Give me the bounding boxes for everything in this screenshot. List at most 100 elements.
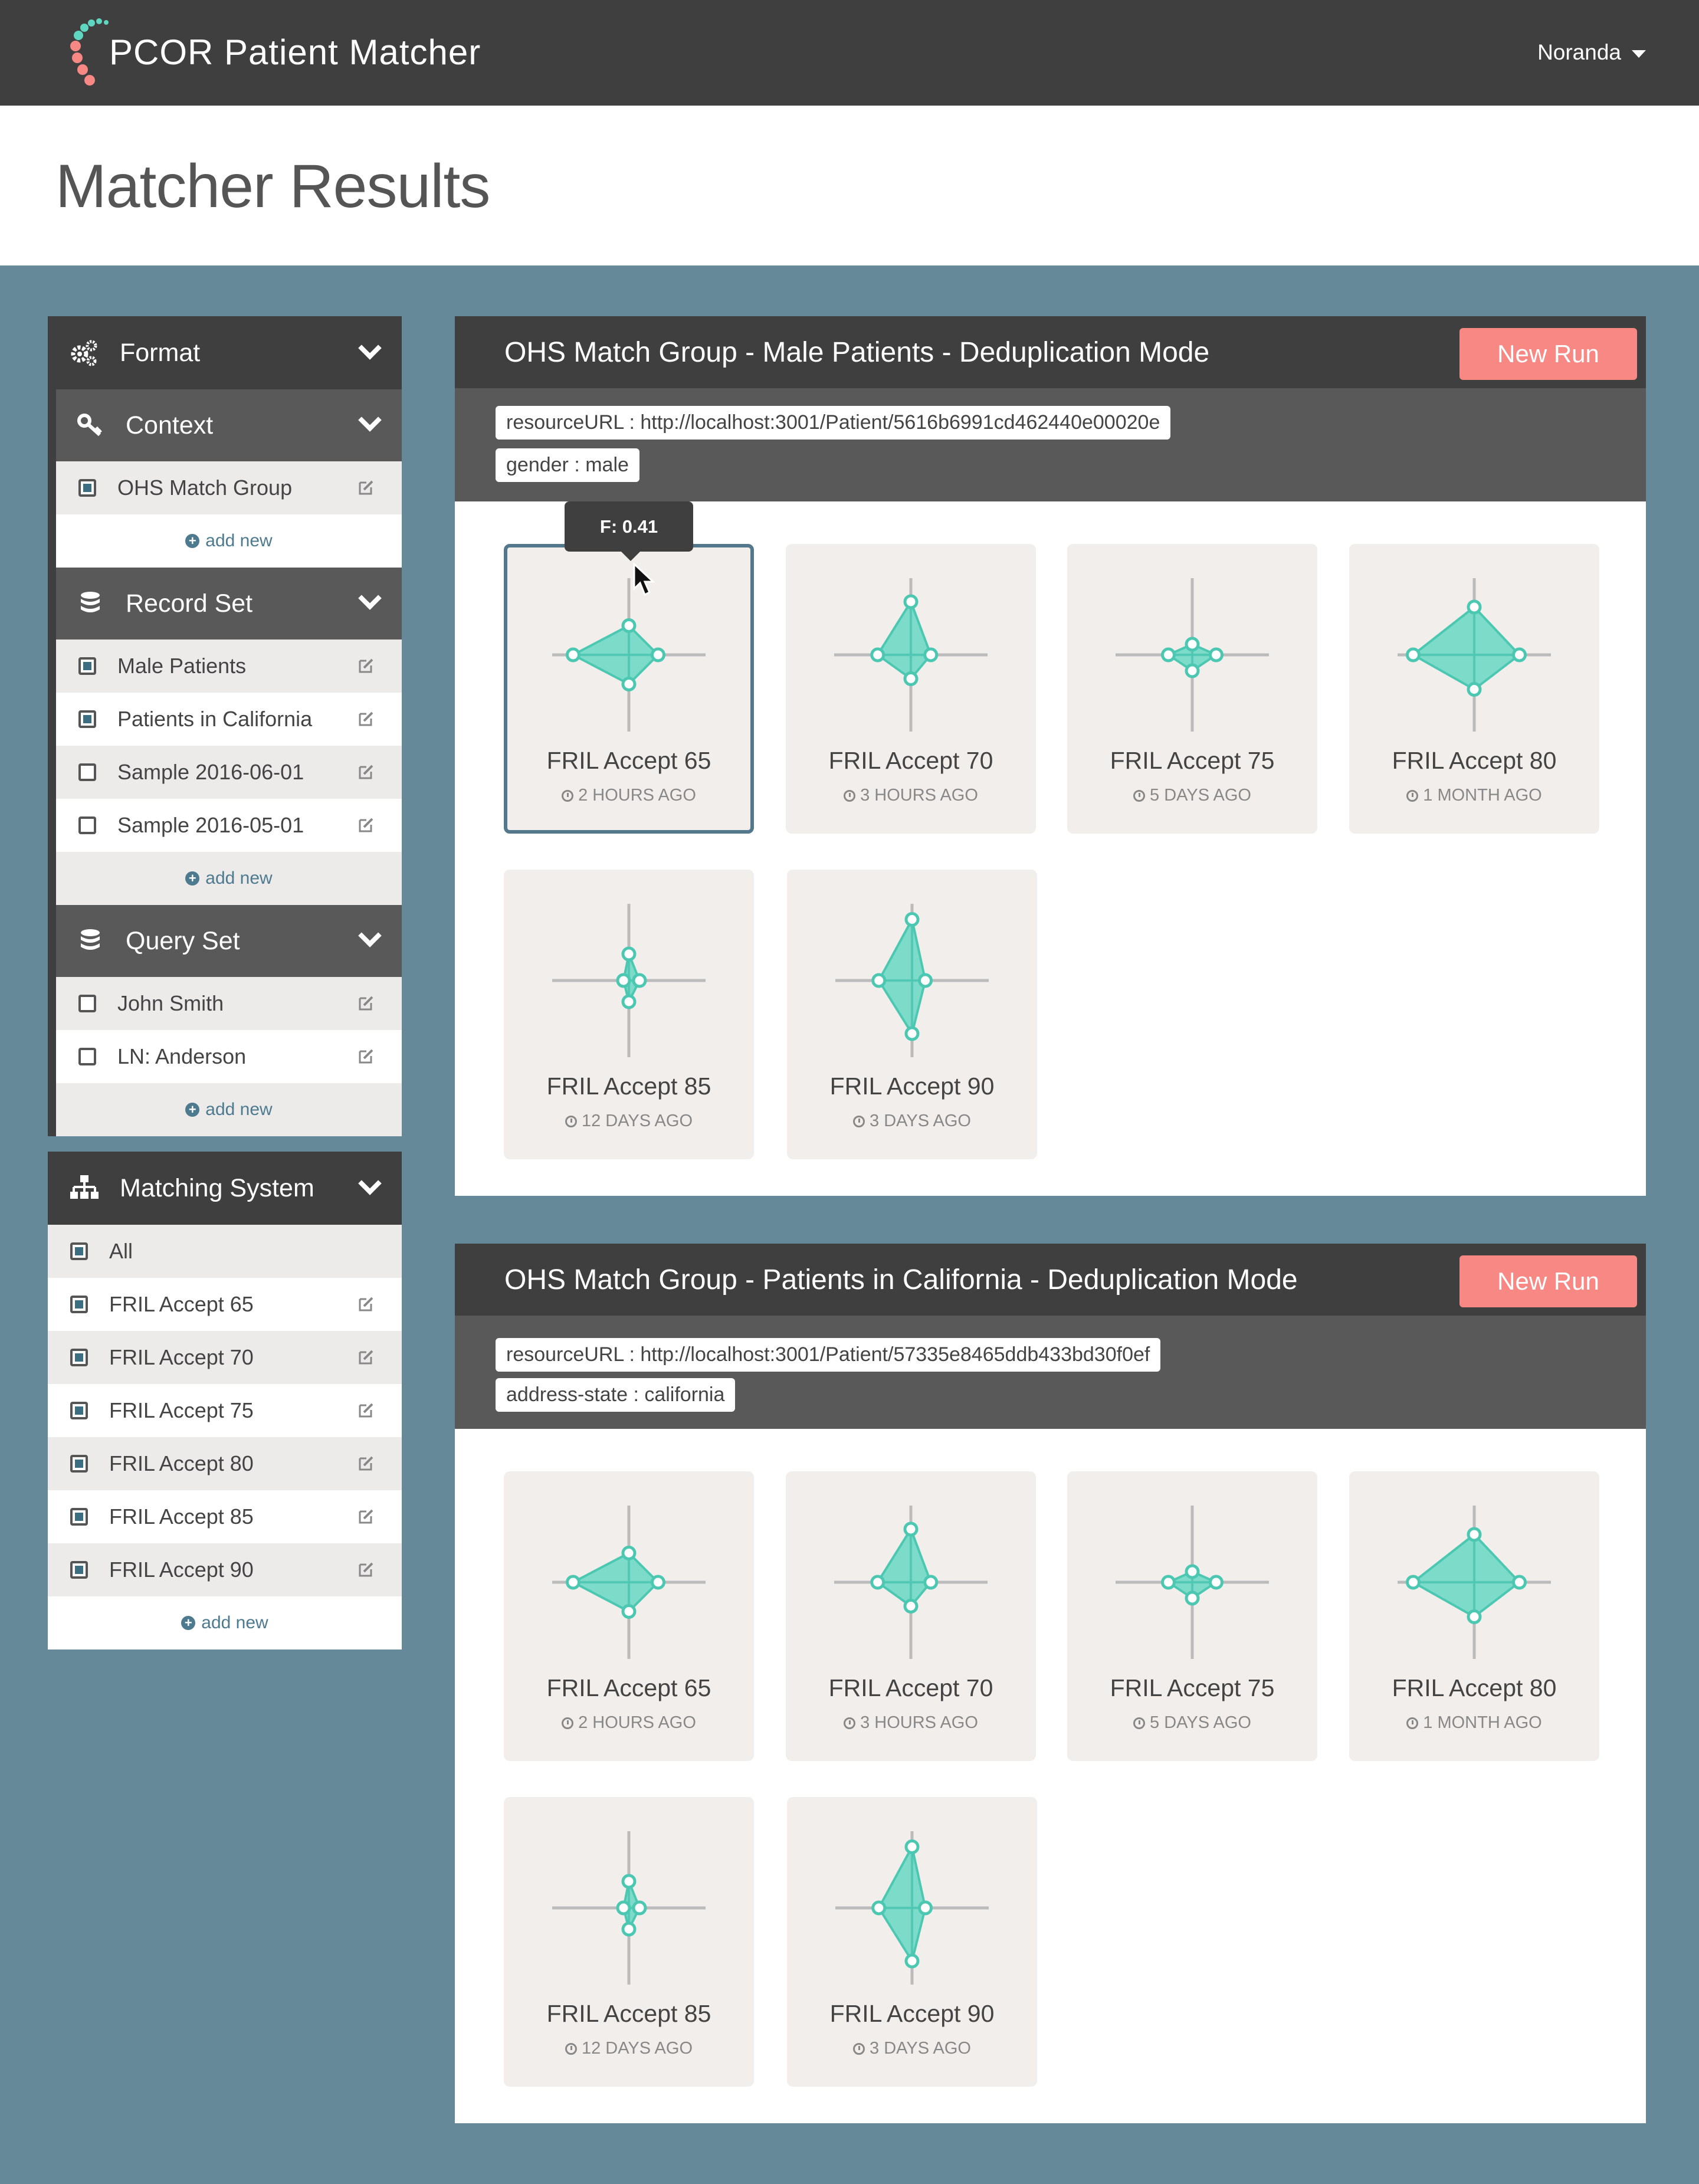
result-card[interactable]: FRIL Accept 85 12 DAYS AGO	[504, 870, 754, 1159]
result-card[interactable]: FRIL Accept 75 5 DAYS AGO	[1067, 1471, 1317, 1761]
list-item[interactable]: Sample 2016-05-01	[56, 799, 402, 852]
checkbox[interactable]	[78, 657, 96, 675]
sitemap-icon	[70, 1175, 99, 1199]
checkbox[interactable]	[70, 1242, 88, 1260]
list-item[interactable]: Male Patients	[56, 640, 402, 693]
edit-icon[interactable]	[358, 1296, 375, 1312]
format-header[interactable]: Format	[48, 316, 402, 389]
clock-icon	[844, 1717, 856, 1729]
result-card[interactable]: FRIL Accept 65 2 HOURS AGO	[504, 544, 754, 834]
matching-system-header[interactable]: Matching System	[48, 1152, 402, 1225]
checkbox[interactable]	[78, 710, 96, 728]
record-set-header[interactable]: Record Set	[56, 568, 402, 640]
query-set-header[interactable]: Query Set	[56, 905, 402, 977]
list-item[interactable]: Patients in California	[56, 693, 402, 746]
time-text: 1 MONTH AGO	[1423, 786, 1542, 805]
clock-icon	[565, 1116, 577, 1127]
edit-icon[interactable]	[358, 1402, 375, 1418]
card-title: FRIL Accept 80	[1392, 747, 1557, 774]
result-card[interactable]: FRIL Accept 90 3 DAYS AGO	[787, 870, 1037, 1159]
edit-icon[interactable]	[358, 479, 375, 496]
list-item[interactable]: LN: Anderson	[56, 1030, 402, 1083]
edit-icon[interactable]	[358, 816, 375, 833]
radar-chart	[552, 1831, 706, 1985]
plus-circle-icon: +	[185, 1103, 200, 1117]
record-set-label: Record Set	[126, 589, 253, 618]
checkbox[interactable]	[70, 1561, 88, 1579]
list-item[interactable]: All	[48, 1225, 402, 1278]
checkbox[interactable]	[70, 1349, 88, 1366]
edit-icon[interactable]	[358, 657, 375, 674]
user-menu[interactable]: Noranda	[1537, 40, 1646, 65]
result-card[interactable]: FRIL Accept 70 3 HOURS AGO	[786, 544, 1036, 834]
checkbox[interactable]	[78, 763, 96, 781]
time-text: 3 HOURS AGO	[860, 1713, 978, 1732]
chevron-down-icon[interactable]	[358, 336, 382, 360]
card-title: FRIL Accept 65	[546, 747, 711, 774]
card-timestamp: 3 HOURS AGO	[786, 1713, 1036, 1733]
app-title: PCOR Patient Matcher	[109, 32, 481, 72]
list-item[interactable]: FRIL Accept 90	[48, 1543, 402, 1596]
list-item[interactable]: Sample 2016-06-01	[56, 746, 402, 799]
result-card[interactable]: FRIL Accept 65 2 HOURS AGO	[504, 1471, 754, 1761]
clock-icon	[1406, 790, 1419, 802]
result-card[interactable]: FRIL Accept 85 12 DAYS AGO	[504, 1797, 754, 2087]
result-card[interactable]: FRIL Accept 75 5 DAYS AGO	[1067, 544, 1317, 834]
add-query-set-button[interactable]: + add new	[56, 1083, 402, 1136]
chevron-down-icon[interactable]	[358, 924, 382, 947]
plus-circle-icon: +	[185, 534, 200, 548]
context-header[interactable]: Context	[56, 389, 402, 461]
list-item[interactable]: FRIL Accept 65	[48, 1278, 402, 1331]
panel-header: OHS Match Group - Patients in California…	[455, 1244, 1646, 1316]
clock-icon	[844, 790, 856, 802]
page-title: Matcher Results	[55, 152, 490, 221]
edit-icon[interactable]	[358, 1349, 375, 1365]
add-context-button[interactable]: + add new	[56, 514, 402, 568]
checkbox[interactable]	[70, 1296, 88, 1313]
clock-icon	[1406, 1717, 1419, 1729]
edit-icon[interactable]	[358, 1048, 375, 1064]
checkbox[interactable]	[78, 1048, 96, 1065]
card-title: FRIL Accept 75	[1110, 1674, 1275, 1701]
list-item[interactable]: FRIL Accept 70	[48, 1331, 402, 1384]
radar-chart	[835, 904, 989, 1057]
list-item[interactable]: FRIL Accept 80	[48, 1437, 402, 1490]
new-run-button[interactable]: New Run	[1459, 1255, 1637, 1307]
add-record-set-button[interactable]: + add new	[56, 852, 402, 905]
param-tag: resourceURL : http://localhost:3001/Pati…	[496, 1338, 1161, 1372]
checkbox[interactable]	[70, 1402, 88, 1419]
add-matching-system-button[interactable]: + add new	[48, 1596, 402, 1650]
checkbox[interactable]	[78, 816, 96, 834]
matching-system-list: All FRIL Accept 65 FRIL Accept 70 FRIL Acce…	[48, 1225, 402, 1596]
result-card[interactable]: FRIL Accept 70 3 HOURS AGO	[786, 1471, 1036, 1761]
matching-system-item-label: All	[109, 1239, 133, 1263]
radar-chart	[834, 1506, 988, 1659]
edit-icon[interactable]	[358, 1508, 375, 1524]
edit-icon[interactable]	[358, 1455, 375, 1471]
clock-icon	[1133, 1717, 1146, 1729]
chevron-down-icon[interactable]	[358, 586, 382, 610]
list-item[interactable]: John Smith	[56, 977, 402, 1030]
result-card[interactable]: FRIL Accept 80 1 MONTH AGO	[1349, 544, 1599, 834]
chevron-down-icon[interactable]	[358, 1172, 382, 1195]
chevron-down-icon[interactable]	[358, 408, 382, 432]
list-item[interactable]: FRIL Accept 75	[48, 1384, 402, 1437]
card-timestamp: 2 HOURS AGO	[504, 1713, 754, 1733]
edit-icon[interactable]	[358, 710, 375, 727]
list-item[interactable]: FRIL Accept 85	[48, 1490, 402, 1543]
add-new-label: add new	[201, 1613, 268, 1632]
app-logo-icon	[70, 18, 109, 86]
result-card[interactable]: FRIL Accept 90 3 DAYS AGO	[787, 1797, 1037, 2087]
checkbox[interactable]	[70, 1508, 88, 1526]
edit-icon[interactable]	[358, 763, 375, 780]
list-item[interactable]: OHS Match Group	[56, 461, 402, 514]
checkbox[interactable]	[78, 995, 96, 1012]
checkbox[interactable]	[78, 479, 96, 497]
record-set-item-label: Patients in California	[117, 707, 313, 731]
edit-icon[interactable]	[358, 1561, 375, 1578]
edit-icon[interactable]	[358, 995, 375, 1011]
checkbox[interactable]	[70, 1455, 88, 1473]
new-run-button[interactable]: New Run	[1459, 328, 1637, 380]
result-card[interactable]: FRIL Accept 80 1 MONTH AGO	[1349, 1471, 1599, 1761]
card-title: FRIL Accept 65	[546, 1674, 711, 1701]
